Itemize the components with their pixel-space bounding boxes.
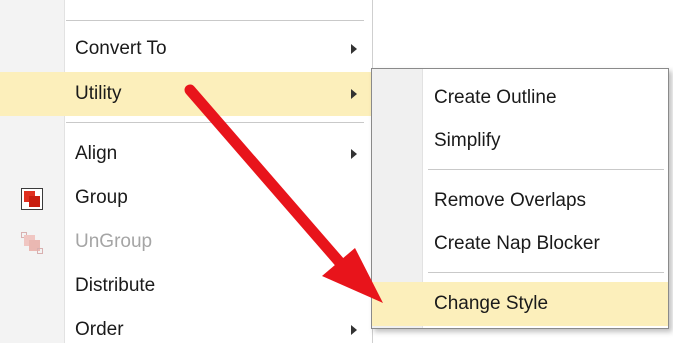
submenu-item-label: Change Style <box>434 293 549 314</box>
submenu-item-simplify[interactable]: Simplify <box>372 119 668 163</box>
menu-item-ungroup[interactable]: UnGroup <box>0 220 372 264</box>
menu-item-convert-to[interactable]: Convert To <box>0 27 372 71</box>
menu-separator <box>66 20 364 21</box>
submenu-arrow-icon <box>351 149 357 159</box>
submenu-item-label: Simplify <box>434 130 501 151</box>
menu-item-label: Group <box>75 187 128 208</box>
submenu-separator <box>428 272 664 273</box>
submenu-separator <box>428 169 664 170</box>
ungroup-icon <box>21 232 43 254</box>
submenu-item-create-nap-blocker[interactable]: Create Nap Blocker <box>372 222 668 266</box>
submenu-item-create-outline[interactable]: Create Outline <box>372 76 668 120</box>
menu-item-label: Utility <box>75 83 122 104</box>
submenu-item-change-style[interactable]: Change Style <box>372 282 668 326</box>
menu-separator <box>66 122 364 123</box>
group-icon <box>21 188 43 210</box>
menu-item-align[interactable]: Align <box>0 132 372 176</box>
submenu-item-label: Create Outline <box>434 87 557 108</box>
utility-submenu: Create Outline Simplify Remove Overlaps … <box>371 68 669 329</box>
menu-item-label: Align <box>75 143 118 164</box>
context-menu: Convert To Utility Align Group UnGroup D… <box>0 0 373 343</box>
menu-item-order[interactable]: Order <box>0 308 372 352</box>
submenu-arrow-icon <box>351 89 357 99</box>
menu-item-group[interactable]: Group <box>0 176 372 220</box>
submenu-item-label: Remove Overlaps <box>434 190 587 211</box>
menu-item-label: UnGroup <box>75 231 153 252</box>
submenu-arrow-icon <box>351 325 357 335</box>
submenu-arrow-icon <box>351 44 357 54</box>
menu-item-label: Distribute <box>75 275 156 296</box>
submenu-item-remove-overlaps[interactable]: Remove Overlaps <box>372 179 668 223</box>
menu-item-utility[interactable]: Utility <box>0 72 372 116</box>
menu-item-label: Convert To <box>75 38 167 59</box>
menu-item-distribute[interactable]: Distribute <box>0 264 372 308</box>
submenu-item-label: Create Nap Blocker <box>434 233 600 254</box>
menu-item-label: Order <box>75 319 124 340</box>
